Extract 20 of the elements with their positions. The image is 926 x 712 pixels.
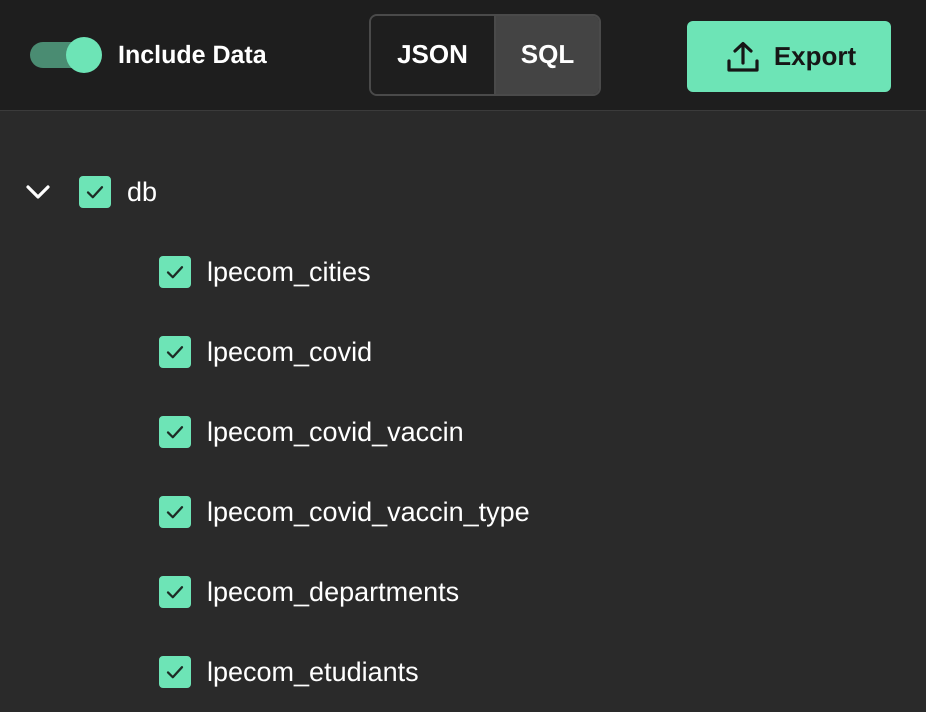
tree-item-label: db xyxy=(127,176,158,208)
format-tab[interactable]: SQL xyxy=(494,16,599,94)
export-button[interactable]: Export xyxy=(687,21,891,92)
tree-item-label: lpecom_cities xyxy=(207,256,371,288)
upload-icon xyxy=(726,40,760,72)
tree-item-label: lpecom_etudiants xyxy=(207,656,419,688)
tree-item-label: lpecom_departments xyxy=(207,576,460,608)
checkbox[interactable] xyxy=(159,336,191,368)
checkbox[interactable] xyxy=(159,416,191,448)
checkbox[interactable] xyxy=(159,576,191,608)
toggle-label: Include Data xyxy=(118,40,267,70)
checkbox[interactable] xyxy=(79,176,111,208)
checkbox[interactable] xyxy=(159,496,191,528)
toggle-switch[interactable] xyxy=(30,37,102,73)
checkbox[interactable] xyxy=(159,656,191,688)
tree-item-label: lpecom_covid_vaccin_type xyxy=(207,496,530,528)
tree-item-label: lpecom_covid_vaccin xyxy=(207,416,464,448)
checkbox[interactable] xyxy=(159,256,191,288)
tree-item-label: lpecom_covid xyxy=(207,336,372,368)
chevron-icon[interactable] xyxy=(26,185,50,199)
